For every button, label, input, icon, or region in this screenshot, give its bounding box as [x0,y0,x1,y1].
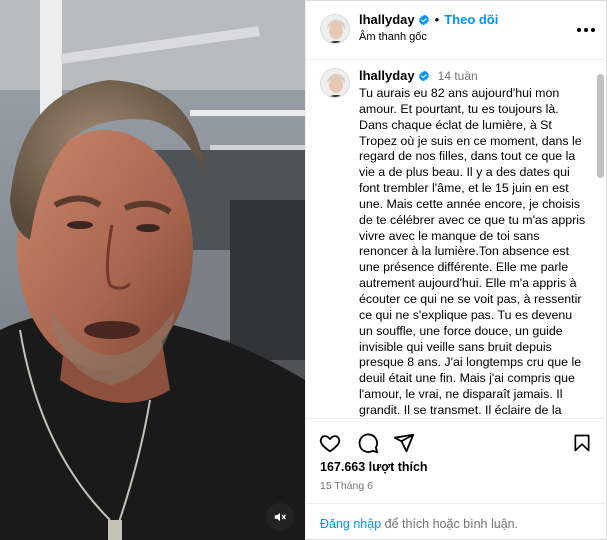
comment-icon [358,433,379,454]
send-icon [393,433,415,453]
post-side-panel: lhallyday • Theo dõi Âm thanh gốc lhally… [305,0,607,540]
share-button[interactable] [392,431,416,455]
heart-icon [319,435,341,453]
verified-badge-icon [418,14,429,25]
speaker-muted-icon [274,512,286,522]
login-prompt: Đăng nhập để thích hoặc bình luận. [306,503,607,540]
audio-link[interactable]: Âm thanh gốc [359,31,427,43]
comments-section[interactable]: lhallyday 14 tuần Tu aurais eu 82 ans au… [306,60,607,418]
avatar-image [321,15,349,43]
save-button[interactable] [570,431,594,455]
post-date[interactable]: 15 Tháng 6 [320,480,373,492]
login-link[interactable]: Đăng nhập [320,517,381,531]
likes-count[interactable]: 167.663 lượt thích [320,460,428,474]
follow-button[interactable]: Theo dõi [444,12,498,27]
verified-badge-icon [418,70,429,81]
more-horizontal-icon [577,28,595,32]
caption-text: Tu aurais eu 82 ans aujourd'hui mon amou… [359,86,589,417]
comment-button[interactable] [356,431,380,455]
post-header: lhallyday • Theo dõi Âm thanh gốc [306,0,607,60]
post-media[interactable] [0,0,305,540]
action-bar [306,418,607,463]
avatar[interactable] [320,68,350,98]
like-button[interactable] [318,431,342,455]
username-link[interactable]: lhallyday [359,12,415,27]
photo-of-man [0,0,305,540]
separator-dot: • [434,12,440,27]
avatar[interactable] [320,14,350,44]
more-options-button[interactable] [574,18,598,42]
avatar-image [321,69,349,97]
post-time[interactable]: 14 tuần [438,69,478,83]
bookmark-icon [574,434,590,452]
scrollbar-thumb[interactable] [597,74,604,178]
caption-username-link[interactable]: lhallyday [359,68,415,83]
mute-button[interactable] [266,503,294,531]
login-prompt-text: để thích hoặc bình luận. [381,517,519,531]
